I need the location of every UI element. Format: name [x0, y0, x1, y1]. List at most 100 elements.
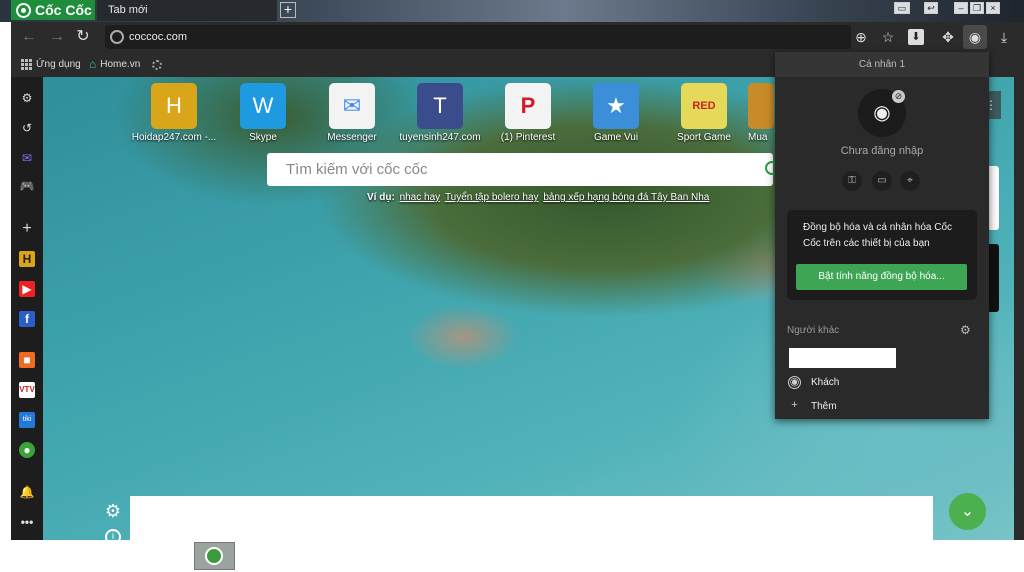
- guest-label: Khách: [811, 377, 840, 388]
- history-icon[interactable]: ↺: [19, 120, 35, 136]
- add-label: Thêm: [811, 401, 837, 412]
- minimize-icon[interactable]: –: [954, 2, 968, 14]
- mua-tile-icon: [748, 83, 774, 129]
- bookmark-star-icon[interactable]: ☆: [876, 25, 900, 49]
- news-panel: [130, 496, 933, 540]
- notification-bell-icon[interactable]: 🔔: [19, 484, 35, 500]
- add-profile-item[interactable]: + Thêm: [788, 400, 837, 413]
- address-toolbar: ← → ↻ coccoc.com ⊕ ☆ ⬇ ✥ ◉ ⤓: [11, 22, 1024, 52]
- sign-in-status: Chưa đăng nhập: [840, 145, 924, 157]
- add-sidebar-icon[interactable]: +: [19, 221, 35, 237]
- zoom-icon[interactable]: ⊕: [849, 25, 873, 49]
- forward-icon[interactable]: →: [45, 22, 69, 52]
- football-icon[interactable]: ●: [19, 442, 35, 458]
- suggestion-link[interactable]: bảng xếp hạng bóng đá Tây Ban Nha: [543, 192, 709, 203]
- scrollbar[interactable]: [1014, 77, 1024, 540]
- messenger-tile-icon: ✉: [329, 83, 375, 129]
- scroll-down-button[interactable]: ⌄: [949, 493, 986, 530]
- shortcut-label: Hoidap247.com -...: [131, 132, 217, 143]
- profile-popup: Cá nhân 1 ◉ ⊘ Chưa đăng nhập ⚿ ▭ ⌖ Đồng …: [775, 52, 989, 419]
- gamevui-tile-icon: ★: [593, 83, 639, 129]
- back-window-icon[interactable]: ↩: [924, 2, 938, 14]
- manage-people-gear-icon[interactable]: ⚙: [960, 323, 971, 337]
- coccoc-logo[interactable]: Cốc Cốc: [11, 0, 95, 20]
- info-icon[interactable]: i: [105, 529, 121, 545]
- coccoc-thumbnail-icon: [205, 547, 223, 565]
- shopping-icon[interactable]: ■: [19, 352, 35, 368]
- tuyensinh-tile-icon: T: [417, 83, 463, 129]
- turn-on-sync-button[interactable]: Bật tính năng đồng bộ hóa...: [796, 264, 967, 290]
- hoidap-icon[interactable]: H: [19, 251, 35, 267]
- page-settings-icon[interactable]: ⚙: [103, 501, 123, 521]
- apps-grid-icon: [21, 59, 32, 70]
- sync-off-badge-icon: ⊘: [892, 90, 905, 103]
- screenshot-icon[interactable]: ▭: [894, 2, 910, 14]
- shortcut-label: (1) Pinterest: [500, 132, 556, 143]
- vtv-icon[interactable]: VTV: [19, 382, 35, 398]
- new-tab-button[interactable]: +: [280, 2, 296, 18]
- shortcut-pinterest[interactable]: P (1) Pinterest: [484, 83, 572, 143]
- other-people-label: Người khác: [787, 325, 840, 336]
- bookmark-homevn[interactable]: ⌂ Home.vn: [89, 52, 140, 77]
- tab-new-tab[interactable]: Tab mới: [97, 0, 277, 21]
- address-text: coccoc.com: [129, 31, 188, 43]
- profile-button[interactable]: ◉: [963, 25, 987, 49]
- key-icon[interactable]: ⚿: [842, 171, 862, 191]
- download-indicator-icon[interactable]: ⬇: [908, 29, 924, 45]
- game-icon[interactable]: 🎮: [19, 178, 35, 194]
- loading-icon: [152, 59, 162, 70]
- coccoc-logo-icon: [16, 2, 31, 18]
- suggestion-link[interactable]: nhac hay: [400, 192, 441, 203]
- shortcut-label: Game Vui: [593, 132, 639, 143]
- pinterest-tile-icon: P: [505, 83, 551, 129]
- reload-icon[interactable]: ↻: [71, 22, 95, 52]
- shortcut-skype[interactable]: W Skype: [219, 83, 307, 143]
- back-icon[interactable]: ←: [17, 22, 41, 52]
- bookmark-label: Ứng dụng: [36, 59, 81, 70]
- address-bar[interactable]: coccoc.com: [105, 25, 851, 49]
- guest-icon: ◉: [788, 376, 801, 389]
- facebook-icon[interactable]: f: [19, 311, 35, 327]
- bookmark-loading[interactable]: [152, 52, 162, 77]
- tiki-icon[interactable]: tiki: [19, 412, 35, 428]
- sync-card: Đồng bộ hóa và cá nhân hóa Cốc Cốc trên …: [787, 210, 977, 300]
- restore-icon[interactable]: ❐: [970, 2, 984, 14]
- location-icon[interactable]: ⌖: [900, 171, 920, 191]
- skype-tile-icon: W: [240, 83, 286, 129]
- profile-name: Cá nhân 1: [775, 52, 989, 77]
- shortcut-messenger[interactable]: ✉ Messenger: [308, 83, 396, 143]
- downloads-icon[interactable]: ⤓: [992, 25, 1016, 49]
- shortcut-label: Messenger: [327, 132, 377, 143]
- shortcut-gamevui[interactable]: ★ Game Vui: [572, 83, 660, 143]
- brand-name: Cốc Cốc: [35, 2, 92, 18]
- search-suggestions: Ví dụ: nhac hay Tuyển tập bolero hay bản…: [367, 192, 709, 203]
- shortcut-mua[interactable]: Mua: [748, 83, 774, 143]
- guest-profile-item[interactable]: ◉ Khách: [788, 376, 839, 389]
- settings-icon[interactable]: ⚙: [19, 90, 35, 106]
- sidebar: ⚙ ↺ ✉ 🎮 + H ▶ f ■ VTV tiki ● 🔔 •••: [11, 77, 43, 540]
- shortcut-hoidap[interactable]: H Hoidap247.com -...: [130, 83, 218, 143]
- more-icon[interactable]: •••: [19, 514, 35, 530]
- bookmark-apps[interactable]: Ứng dụng: [21, 52, 81, 77]
- suggestion-link[interactable]: Tuyển tập bolero hay: [445, 192, 539, 203]
- close-icon[interactable]: ×: [986, 2, 1000, 14]
- sportgame-tile-icon: RED: [681, 83, 727, 129]
- taskbar-coccoc-thumbnail[interactable]: [194, 542, 235, 570]
- messenger-icon[interactable]: ✉: [19, 150, 35, 166]
- tab-strip: Cốc Cốc Tab mới + ▭ ↩ – ❐ ×: [0, 0, 1024, 22]
- sync-description: Đồng bộ hóa và cá nhân hóa Cốc Cốc trên …: [803, 222, 952, 249]
- search-input[interactable]: Tìm kiếm với cốc cốc: [267, 153, 773, 186]
- shortcut-sportgame[interactable]: RED Sport Game: [660, 83, 748, 143]
- home-icon: ⌂: [89, 57, 97, 71]
- youtube-icon[interactable]: ▶: [19, 281, 35, 297]
- shortcut-label: Mua: [748, 132, 768, 143]
- extensions-icon[interactable]: ✥: [936, 25, 960, 49]
- hoidap-tile-icon: H: [151, 83, 197, 129]
- tab-title: Tab mới: [108, 4, 148, 16]
- shortcut-label: tuyensinh247.com: [399, 132, 481, 143]
- payment-card-icon[interactable]: ▭: [872, 171, 892, 191]
- suggest-prefix: Ví dụ:: [367, 192, 395, 203]
- shortcut-tuyensinh[interactable]: T tuyensinh247.com: [396, 83, 484, 143]
- shortcut-label: Sport Game: [677, 132, 731, 143]
- profile-name-field[interactable]: [789, 348, 896, 368]
